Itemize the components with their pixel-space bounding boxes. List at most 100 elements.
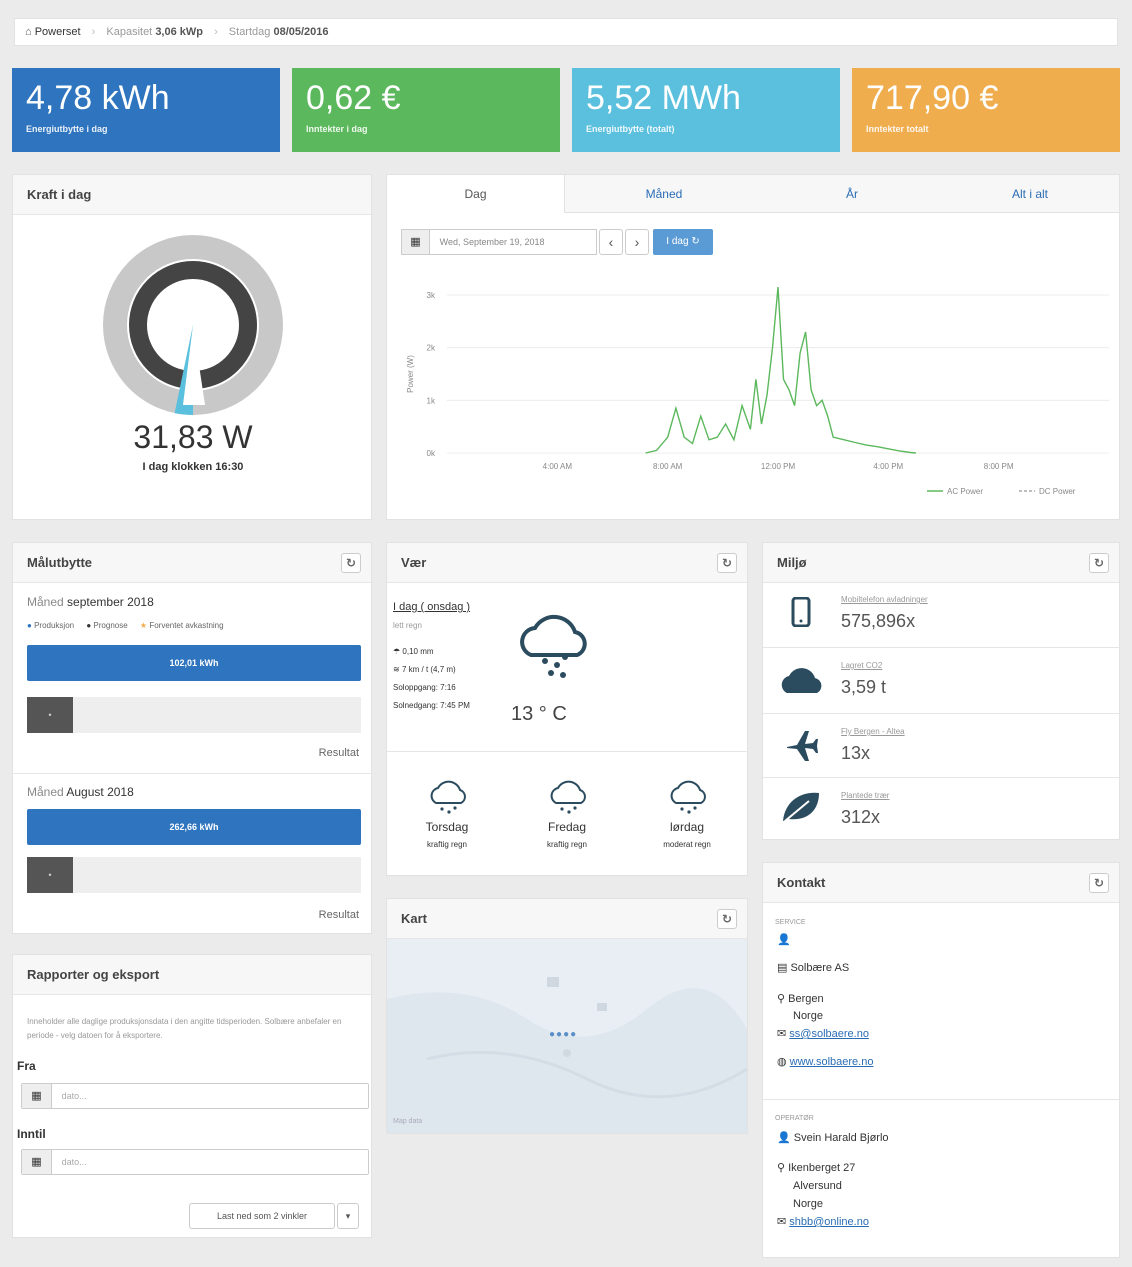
tab-alt-i-alt[interactable]: Alt i alt [941,175,1119,213]
email-row: ✉ ss@solbaere.no [777,1027,869,1040]
company-name: Solbære AS [790,962,850,974]
kpi-label: Energiutbytte (totalt) [586,124,675,134]
y-tick-label: 0k [427,449,436,458]
legend-forecast: Prognose [93,621,128,630]
result-link-1[interactable]: Resultat [319,747,359,759]
website-link[interactable]: www.solbaere.no [790,1056,874,1068]
calendar-icon[interactable]: ▦ [22,1084,52,1108]
environment-label[interactable]: Mobiltelefon avladninger [841,595,928,604]
legend-expected: Forventet avkastning [149,621,224,630]
from-label: Fra [17,1059,36,1073]
legend-star-expected-icon: ★ [139,621,148,630]
address-row: ⚲ Bergen Norge [777,991,824,1025]
city: Bergen [788,993,824,1005]
from-placeholder: dato... [61,1091,87,1101]
kpi-label: Energiutbytte i dag [26,124,108,134]
to-label: Inntil [17,1127,46,1141]
panel-title-text: Kart [401,911,428,926]
download-dropdown-button[interactable]: ▾ [337,1203,359,1229]
capacity-value: 3,06 kWp [155,26,203,38]
weather-sunset: Solnedgang: 7:45 PM [393,701,470,710]
environment-label[interactable]: Plantede trær [841,791,889,800]
refresh-icon[interactable]: ↻ [1089,553,1109,573]
calendar-icon[interactable]: ▦ [402,230,430,254]
operator-address-row: ⚲ Ikenberget 27 Alversund Norge [777,1159,855,1213]
production-bar-1: 102,01 kWh [27,645,361,681]
refresh-icon: ↻ [691,236,700,247]
operator-name: Svein Harald Bjørlo [793,1132,889,1144]
map-pin-icon: ⚲ [777,1162,786,1174]
divider [763,647,1119,648]
operator-name-row: 👤 Svein Harald Bjørlo [777,1131,889,1144]
environment-item-co2: Lagret CO2 3,59 t [763,649,1119,713]
rain-cloud-icon [430,780,466,814]
home-icon[interactable]: ⌂ [25,26,32,38]
today-button[interactable]: I dag ↻ [653,229,713,255]
tab-maaned[interactable]: Måned [575,175,753,213]
forecast-day-name: Fredag [547,820,587,834]
envelope-icon: ✉ [777,1028,787,1040]
next-day-button[interactable]: › [625,229,649,255]
refresh-icon[interactable]: ↻ [1089,873,1109,893]
email-link[interactable]: ss@solbaere.no [789,1028,869,1040]
operator-email-link[interactable]: shbb@online.no [789,1216,869,1228]
map-marker-icon[interactable] [563,1049,571,1057]
kpi-tile-income-total: 717,90 € Inntekter totalt [852,68,1120,152]
operator-label: OPERATØR [775,1115,814,1122]
environment-value: 575,896x [841,611,916,631]
breadcrumb-home[interactable]: Powerset [35,26,81,38]
date-picker[interactable]: ▦ Wed, September 19, 2018 [401,229,597,255]
wind-value: 7 km / t (4,7 m) [401,665,456,674]
service-label: SERVICE [775,919,806,926]
chevron-down-icon: ▾ [345,1211,351,1221]
legend-production: Produksjon [34,621,75,630]
month-value: september 2018 [67,595,154,609]
divider [387,751,747,752]
panel-title-text: Målutbytte [27,555,92,570]
environment-item-trees: Plantede trær 312x [763,777,1119,839]
precip-value: 0,10 mm [402,647,434,656]
kpi-value: 717,90 € [866,79,999,117]
download-button[interactable]: Last ned som 2 vinkler [189,1203,335,1229]
forecast-condition: kraftig regn [426,840,468,849]
country: Norge [793,1010,823,1022]
map-canvas[interactable]: ●●●● Map data [387,939,747,1133]
prev-day-button[interactable]: ‹ [599,229,623,255]
production-bar-2: 262,66 kWh [27,809,361,845]
refresh-icon[interactable]: ↻ [717,553,737,573]
tab-aar[interactable]: År [763,175,941,213]
to-date-field[interactable]: ▦ dato... [21,1149,369,1175]
y-axis-label: Power (W) [406,355,415,393]
environment-label[interactable]: Lagret CO2 [841,661,882,670]
weather-sunrise: Soloppgang: 7:16 [393,683,456,692]
from-date-field[interactable]: ▦ dato... [21,1083,369,1109]
reports-description: Inneholder alle daglige produksjonsdata … [27,1017,342,1040]
date-value: Wed, September 19, 2018 [439,237,545,247]
refresh-icon[interactable]: ↻ [341,553,361,573]
forecast-day-2: Fredag kraftig regn [507,777,627,849]
kpi-label: Inntekter totalt [866,124,929,134]
refresh-icon[interactable]: ↻ [717,909,737,929]
legend-dot-forecast-icon: ● [86,621,92,630]
divider [763,1099,1119,1100]
power-today-panel: Kraft i dag 31,83 W I dag klokken 16:30 [12,174,372,520]
globe-icon: ◍ [777,1056,787,1068]
operator-country: Norge [793,1198,823,1210]
y-tick-label: 3k [427,291,436,300]
y-tick-label: 1k [427,396,436,405]
plane-icon [787,731,818,761]
environment-item-flight: Fly Bergen - Altea 13x [763,713,1119,777]
panel-title: Kraft i dag [13,175,371,215]
calendar-icon[interactable]: ▦ [22,1150,52,1174]
x-tick-label: 8:00 PM [984,462,1014,471]
operator-email-row: ✉ shbb@online.no [777,1215,869,1228]
environment-label[interactable]: Fly Bergen - Altea [841,727,905,736]
forecast-condition: kraftig regn [546,840,588,849]
tab-dag[interactable]: Dag [387,175,565,213]
forecast-day-name: lørdag [669,820,704,834]
environment-value: 3,59 t [841,677,887,697]
kpi-tile-income-today: 0,62 € Inntekter i dag [292,68,560,152]
result-link-2[interactable]: Resultat [319,909,359,921]
divider [13,773,371,774]
power-chart: 0k 1k 2k 3k 4:00 AM 8:00 AM 12:00 PM 4:00 PM 8:0… [406,287,1109,496]
